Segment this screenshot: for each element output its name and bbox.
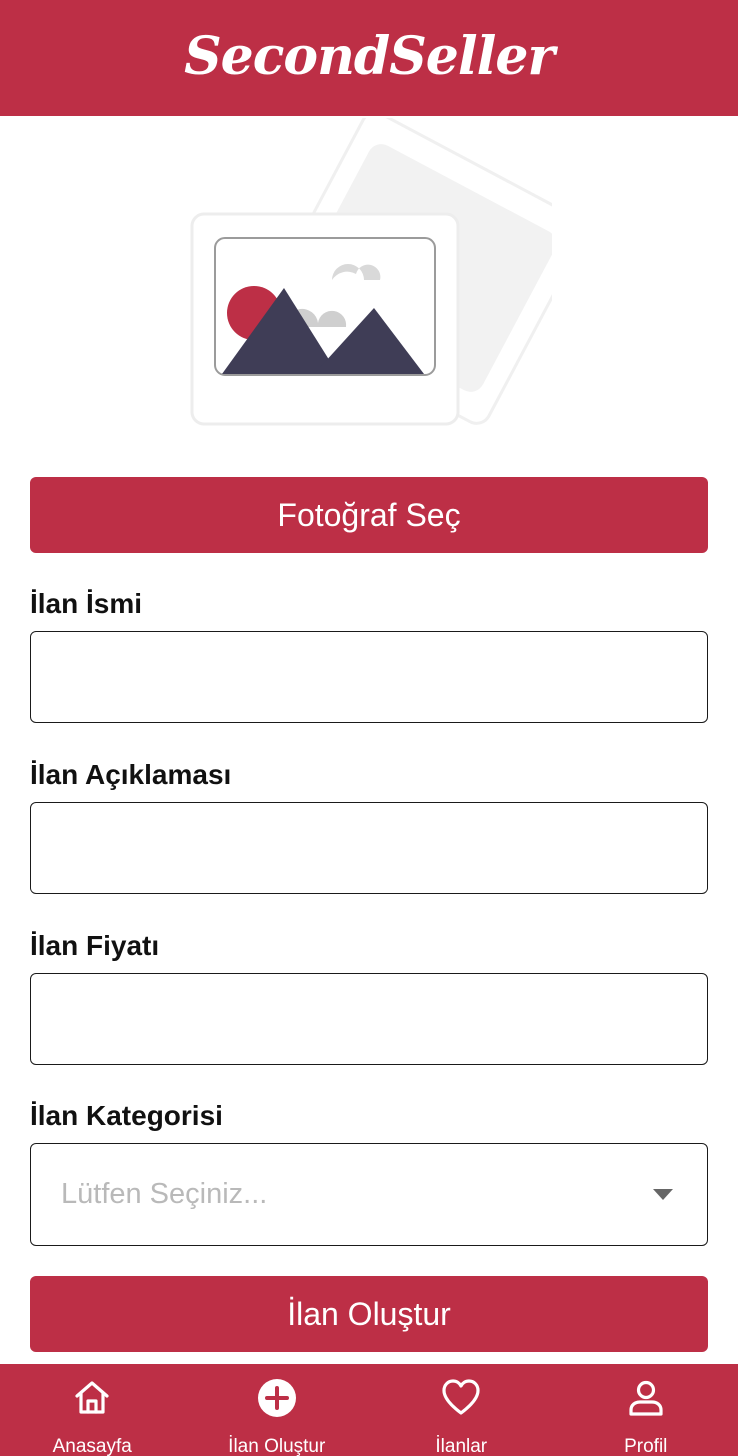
nav-label-create: İlan Oluştur — [228, 1436, 326, 1456]
user-icon — [626, 1378, 666, 1418]
home-icon — [72, 1378, 112, 1418]
heart-icon — [441, 1378, 481, 1418]
listing-price-input[interactable] — [30, 973, 708, 1065]
category-select[interactable]: Lütfen Seçiniz... — [30, 1143, 708, 1246]
nav-label-home: Anasayfa — [52, 1436, 132, 1456]
nav-label-listings: İlanlar — [435, 1436, 488, 1456]
listing-name-input[interactable] — [30, 631, 708, 723]
nav-item-profile[interactable]: Profil — [554, 1364, 738, 1456]
category-select-placeholder: Lütfen Seçiniz... — [61, 1178, 268, 1210]
nav-label-profile: Profil — [624, 1436, 668, 1456]
plus-circle-icon — [257, 1378, 297, 1418]
nav-item-listings[interactable]: İlanlar — [369, 1364, 554, 1456]
chevron-down-icon — [653, 1189, 673, 1200]
listing-description-input[interactable] — [30, 802, 708, 894]
listing-category-label: İlan Kategorisi — [30, 1100, 223, 1131]
app-logo: SecondSeller — [184, 25, 555, 87]
listing-description-label: İlan Açıklaması — [30, 759, 232, 790]
listing-name-label: İlan İsmi — [30, 588, 143, 619]
select-photo-button[interactable]: Fotoğraf Seç — [30, 477, 708, 553]
nav-item-home[interactable]: Anasayfa — [0, 1364, 185, 1456]
image-placeholder-icon — [186, 111, 587, 434]
nav-item-create[interactable]: İlan Oluştur — [185, 1364, 370, 1456]
bottom-navigation: Anasayfa İlan Oluştur İlanlar Profil — [0, 1364, 738, 1456]
app-header: SecondSeller — [0, 0, 738, 116]
listing-price-label: İlan Fiyatı — [30, 930, 160, 961]
create-listing-button[interactable]: İlan Oluştur — [30, 1276, 708, 1352]
